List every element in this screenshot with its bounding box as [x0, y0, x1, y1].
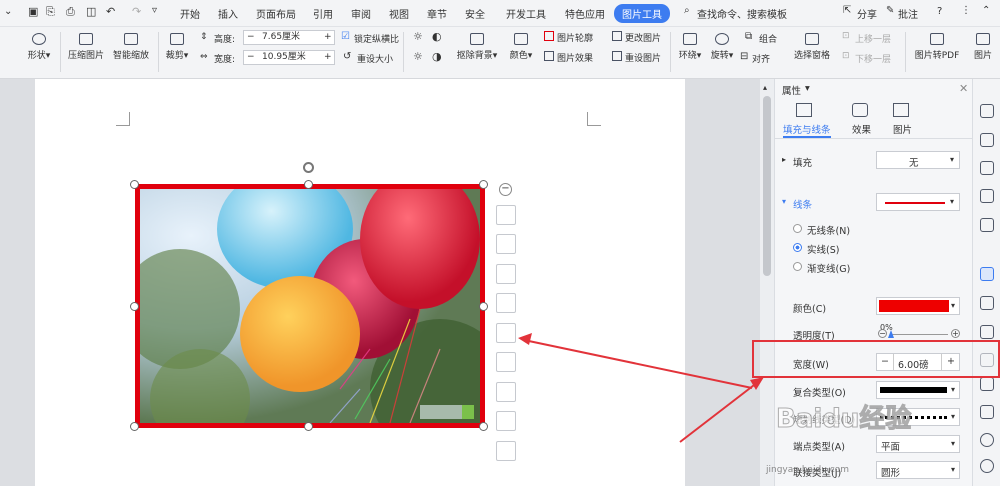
annotation-arrows	[518, 333, 764, 443]
